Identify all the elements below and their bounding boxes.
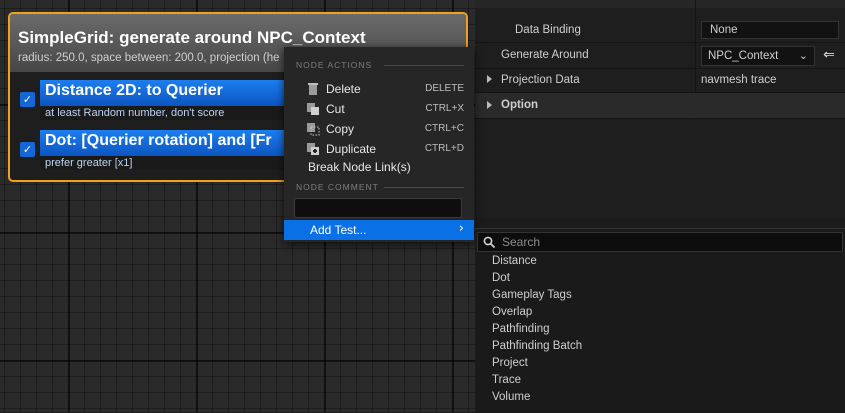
submenu-item-pathfinding-batch[interactable]: Pathfinding Batch (475, 339, 845, 356)
panel-top-edge (475, 0, 845, 8)
submenu-item-distance[interactable]: Distance (475, 254, 845, 271)
node-title: SimpleGrid: generate around NPC_Context (18, 28, 366, 47)
menu-item-shortcut: DELETE (425, 83, 464, 94)
menu-item-copy[interactable]: Copy CTRL+C (284, 119, 474, 139)
menu-item-add-test[interactable]: Add Test... › (284, 220, 474, 240)
submenu-item-gameplay-tags[interactable]: Gameplay Tags (475, 288, 845, 305)
trash-icon (308, 83, 318, 95)
test-title: Distance 2D: to Querier (45, 82, 223, 99)
menu-item-cut[interactable]: Cut CTRL+X (284, 99, 474, 119)
property-value: navmesh trace (701, 74, 777, 86)
submenu-item-label: Overlap (492, 306, 533, 318)
test-subtitle: at least Random number, don't score (45, 107, 225, 119)
test-subtitle: prefer greater [x1] (45, 157, 133, 169)
test-enabled-checkbox[interactable]: ✓ (20, 142, 35, 157)
section-divider (384, 65, 464, 66)
chevron-down-icon: ⌄ (798, 49, 808, 62)
property-row-data-binding: Data Binding None (475, 19, 845, 43)
node-comment-input[interactable] (294, 198, 462, 218)
menu-item-shortcut: CTRL+X (425, 103, 464, 114)
search-input[interactable] (502, 234, 832, 250)
property-label: Projection Data (501, 74, 580, 86)
submenu-item-label: Pathfinding Batch (492, 340, 583, 352)
property-row-projection-data[interactable]: Projection Data navmesh trace (475, 69, 845, 93)
menu-item-label: Break Node Link(s) (308, 160, 411, 174)
menu-item-shortcut: CTRL+D (424, 143, 464, 154)
submenu-item-volume[interactable]: Volume (475, 390, 845, 407)
expand-arrow-icon[interactable] (487, 101, 492, 109)
submenu-item-dot[interactable]: Dot (475, 271, 845, 288)
submenu-item-pathfinding[interactable]: Pathfinding (475, 322, 845, 339)
add-test-submenu: Distance Dot Gameplay Tags Overlap Pathf… (475, 228, 845, 413)
menu-item-label: Copy (326, 122, 355, 136)
menu-item-label: Add Test... (310, 223, 367, 237)
submenu-item-label: Project (492, 357, 528, 369)
menu-item-delete[interactable]: Delete DELETE (284, 79, 474, 99)
menu-item-break-links[interactable]: Break Node Link(s) (284, 157, 474, 177)
submenu-item-label: Pathfinding (492, 323, 550, 335)
submenu-item-label: Distance (492, 255, 537, 267)
menu-item-shortcut: CTRL+C (424, 123, 464, 134)
submenu-item-trace[interactable]: Trace (475, 373, 845, 390)
node-comment-header: NODE COMMENT (296, 182, 379, 192)
use-selected-arrow-icon[interactable]: ⇐ (820, 46, 838, 64)
property-label: Generate Around (501, 49, 589, 61)
test-title: Dot: [Querier rotation] and [Fr (45, 132, 272, 149)
data-binding-combo[interactable]: None (701, 21, 839, 39)
copy-icon (307, 123, 320, 136)
generate-around-dropdown[interactable]: NPC_Context ⌄ (701, 46, 815, 66)
context-menu: NODE ACTIONS Delete DELETE Cut CTRL+X Co… (284, 47, 474, 242)
menu-item-label: Duplicate (326, 142, 377, 156)
submenu-item-label: Trace (492, 374, 521, 386)
menu-item-duplicate[interactable]: Duplicate CTRL+D (284, 139, 474, 159)
submenu-item-project[interactable]: Project (475, 356, 845, 373)
menu-item-label: Delete (326, 82, 361, 96)
submenu-item-overlap[interactable]: Overlap (475, 305, 845, 322)
cut-icon (307, 103, 319, 115)
duplicate-icon (307, 143, 319, 155)
expand-arrow-icon[interactable] (487, 75, 492, 83)
property-row-generate-around: Generate Around NPC_Context ⌄ ⇐ (475, 43, 845, 69)
property-value: None (710, 24, 738, 36)
search-icon (483, 236, 496, 249)
submenu-item-label: Volume (492, 391, 531, 403)
property-label: Data Binding (515, 24, 581, 36)
test-enabled-checkbox[interactable]: ✓ (20, 92, 35, 107)
property-value: NPC_Context (708, 50, 779, 62)
node-subtitle: radius: 250.0, space between: 200.0, pro… (18, 52, 280, 64)
menu-item-label: Cut (326, 102, 345, 116)
search-box[interactable] (477, 232, 843, 252)
section-divider (384, 187, 464, 188)
category-label: Option (501, 99, 539, 111)
details-panel: Data Binding None Generate Around NPC_Co… (475, 0, 845, 218)
node-actions-header: NODE ACTIONS (296, 60, 373, 70)
submenu-item-label: Dot (492, 272, 510, 284)
category-option[interactable]: Option (475, 93, 845, 119)
submenu-arrow-icon: › (458, 221, 464, 236)
submenu-item-label: Gameplay Tags (492, 289, 572, 301)
